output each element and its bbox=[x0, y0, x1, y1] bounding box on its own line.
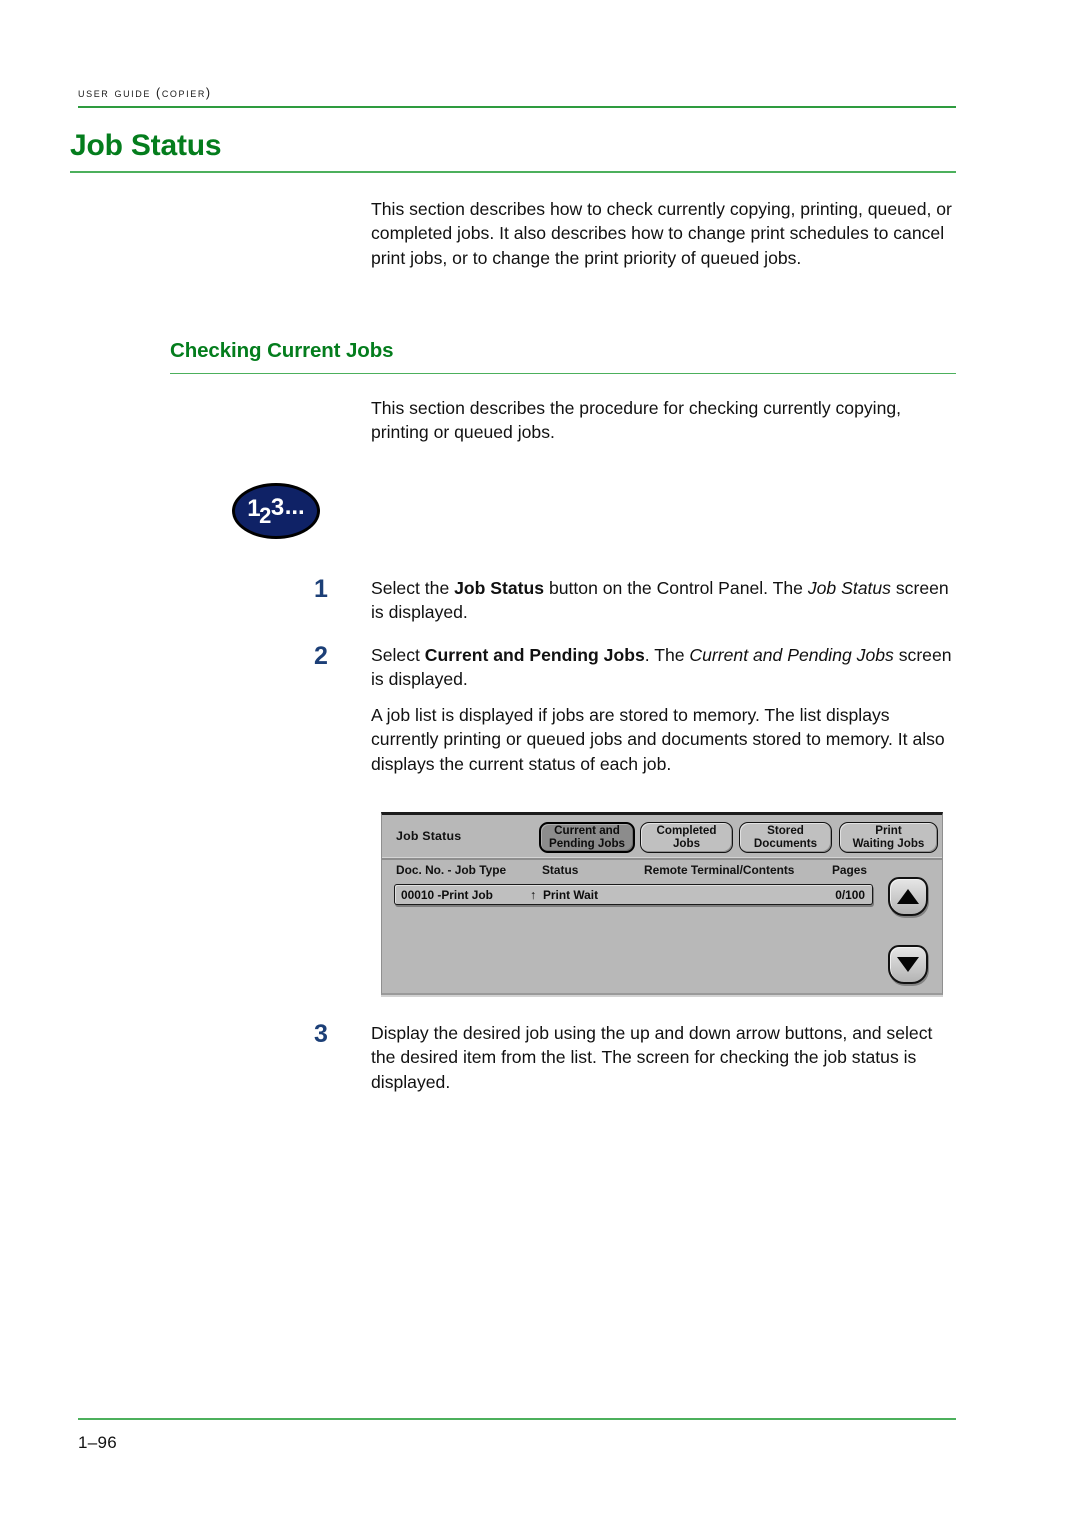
document-page: User Guide (Copier) Job Status This sect… bbox=[0, 0, 1080, 1528]
tab-stored-documents[interactable]: Stored Documents bbox=[739, 822, 832, 853]
step-2-text: Select Current and Pending Jobs. The Cur… bbox=[371, 643, 956, 692]
column-header-pages: Pages bbox=[832, 863, 868, 877]
step-2-italic-current-pending-jobs: Current and Pending Jobs bbox=[689, 645, 894, 665]
step-2-bold-current-pending-jobs: Current and Pending Jobs bbox=[424, 645, 645, 665]
priority-up-arrow-icon: ↑ bbox=[530, 888, 537, 902]
step-1: 1 Select the Job Status button on the Co… bbox=[314, 576, 956, 625]
page-title-rule bbox=[70, 171, 956, 174]
badge-digit-2: 2 bbox=[259, 503, 271, 528]
tab-label-line-2: Pending Jobs bbox=[548, 836, 625, 850]
step-1-number: 1 bbox=[314, 575, 328, 603]
step-2-number: 2 bbox=[314, 642, 328, 670]
page-title: Job Status bbox=[70, 129, 222, 162]
column-header-remote-terminal-contents: Remote Terminal/Contents bbox=[644, 863, 795, 877]
section-intro-text: This section describes the procedure for… bbox=[371, 398, 902, 443]
step-1-italic-job-status: Job Status bbox=[807, 578, 891, 598]
section-heading: Checking Current Jobs bbox=[170, 339, 394, 362]
copier-panel-title: Job Status bbox=[396, 829, 462, 843]
step-2-text-part-1: Select bbox=[371, 645, 425, 665]
steps-123-icon-label: 1 2 3... bbox=[247, 494, 304, 527]
copier-tab-bar: Job Status Current and Pending Jobs Compl… bbox=[382, 818, 942, 855]
job-pages-value: 0/100 bbox=[835, 888, 865, 902]
step-1-text-part-2: button on the Control Panel. The bbox=[544, 578, 808, 598]
tab-print-waiting-jobs[interactable]: Print Waiting Jobs bbox=[839, 822, 938, 853]
tab-label-line-1: Stored bbox=[767, 824, 804, 838]
job-status-value: Print Wait bbox=[543, 888, 599, 902]
tab-label-line-1: Current and bbox=[554, 824, 620, 838]
badge-digit-3: 3 bbox=[270, 494, 284, 521]
step-1-bold-job-status: Job Status bbox=[454, 578, 545, 598]
scroll-down-button[interactable] bbox=[888, 945, 928, 984]
step-3-number: 3 bbox=[314, 1020, 328, 1048]
job-list: 00010 -Print Job ↑ Print Wait 0/100 bbox=[394, 884, 873, 984]
job-list-row[interactable]: 00010 -Print Job ↑ Print Wait 0/100 bbox=[394, 884, 873, 905]
step-3: 3 Display the desired job using the up a… bbox=[314, 1021, 956, 1094]
scroll-up-button[interactable] bbox=[888, 877, 928, 916]
memory-note-paragraph: A job list is displayed if jobs are stor… bbox=[371, 703, 956, 776]
tab-stored-documents-label: Stored Documents bbox=[753, 824, 818, 850]
footer-rule bbox=[78, 1418, 956, 1420]
tab-label-line-2: Waiting Jobs bbox=[852, 836, 925, 850]
steps-123-icon: 1 2 3... bbox=[232, 483, 320, 539]
job-doc-no-job-type: 00010 -Print Job bbox=[401, 888, 493, 902]
page-title-block: Job Status bbox=[70, 129, 956, 174]
tab-label-line-2: Documents bbox=[753, 836, 818, 850]
tab-current-and-pending-jobs-label: Current and Pending Jobs bbox=[548, 824, 625, 850]
tab-completed-jobs-label: Completed Jobs bbox=[656, 824, 717, 850]
tab-current-and-pending-jobs[interactable]: Current and Pending Jobs bbox=[539, 822, 635, 853]
triangle-up-icon bbox=[897, 889, 919, 904]
tab-bar-divider bbox=[382, 857, 942, 860]
section-heading-rule bbox=[170, 372, 956, 375]
step-1-text: Select the Job Status button on the Cont… bbox=[371, 576, 956, 625]
column-header-doc-no-job-type: Doc. No. - Job Type bbox=[396, 863, 507, 877]
page-number: 1–96 bbox=[78, 1433, 118, 1452]
intro-paragraph: This section describes how to check curr… bbox=[371, 197, 956, 270]
tab-label-line-1: Print bbox=[875, 824, 902, 838]
header-rule bbox=[78, 106, 956, 108]
memory-note-text: A job list is displayed if jobs are stor… bbox=[371, 705, 945, 774]
job-list-column-headers: Doc. No. - Job Type Status Remote Termin… bbox=[382, 863, 942, 881]
page-footer: 1–96 bbox=[78, 1418, 956, 1453]
step-3-text: Display the desired job using the up and… bbox=[371, 1023, 933, 1092]
tab-completed-jobs[interactable]: Completed Jobs bbox=[640, 822, 733, 853]
badge-ellipsis: ... bbox=[284, 493, 305, 520]
copier-screen-figure: Job Status Current and Pending Jobs Compl… bbox=[381, 812, 943, 995]
figure-top-clip bbox=[382, 812, 942, 815]
intro-paragraph-text: This section describes how to check curr… bbox=[371, 199, 952, 268]
tab-print-waiting-jobs-label: Print Waiting Jobs bbox=[852, 824, 925, 850]
step-2-text-part-2: . The bbox=[644, 645, 690, 665]
step-1-text-part-1: Select the bbox=[371, 578, 455, 598]
step-2: 2 Select Current and Pending Jobs. The C… bbox=[314, 643, 956, 692]
column-header-status: Status bbox=[542, 863, 579, 877]
section-intro-paragraph: This section describes the procedure for… bbox=[371, 396, 956, 445]
triangle-down-icon bbox=[897, 957, 919, 972]
running-header: User Guide (Copier) bbox=[78, 86, 956, 108]
running-head-text: User Guide (Copier) bbox=[78, 86, 212, 100]
section-heading-block: Checking Current Jobs bbox=[170, 339, 956, 375]
